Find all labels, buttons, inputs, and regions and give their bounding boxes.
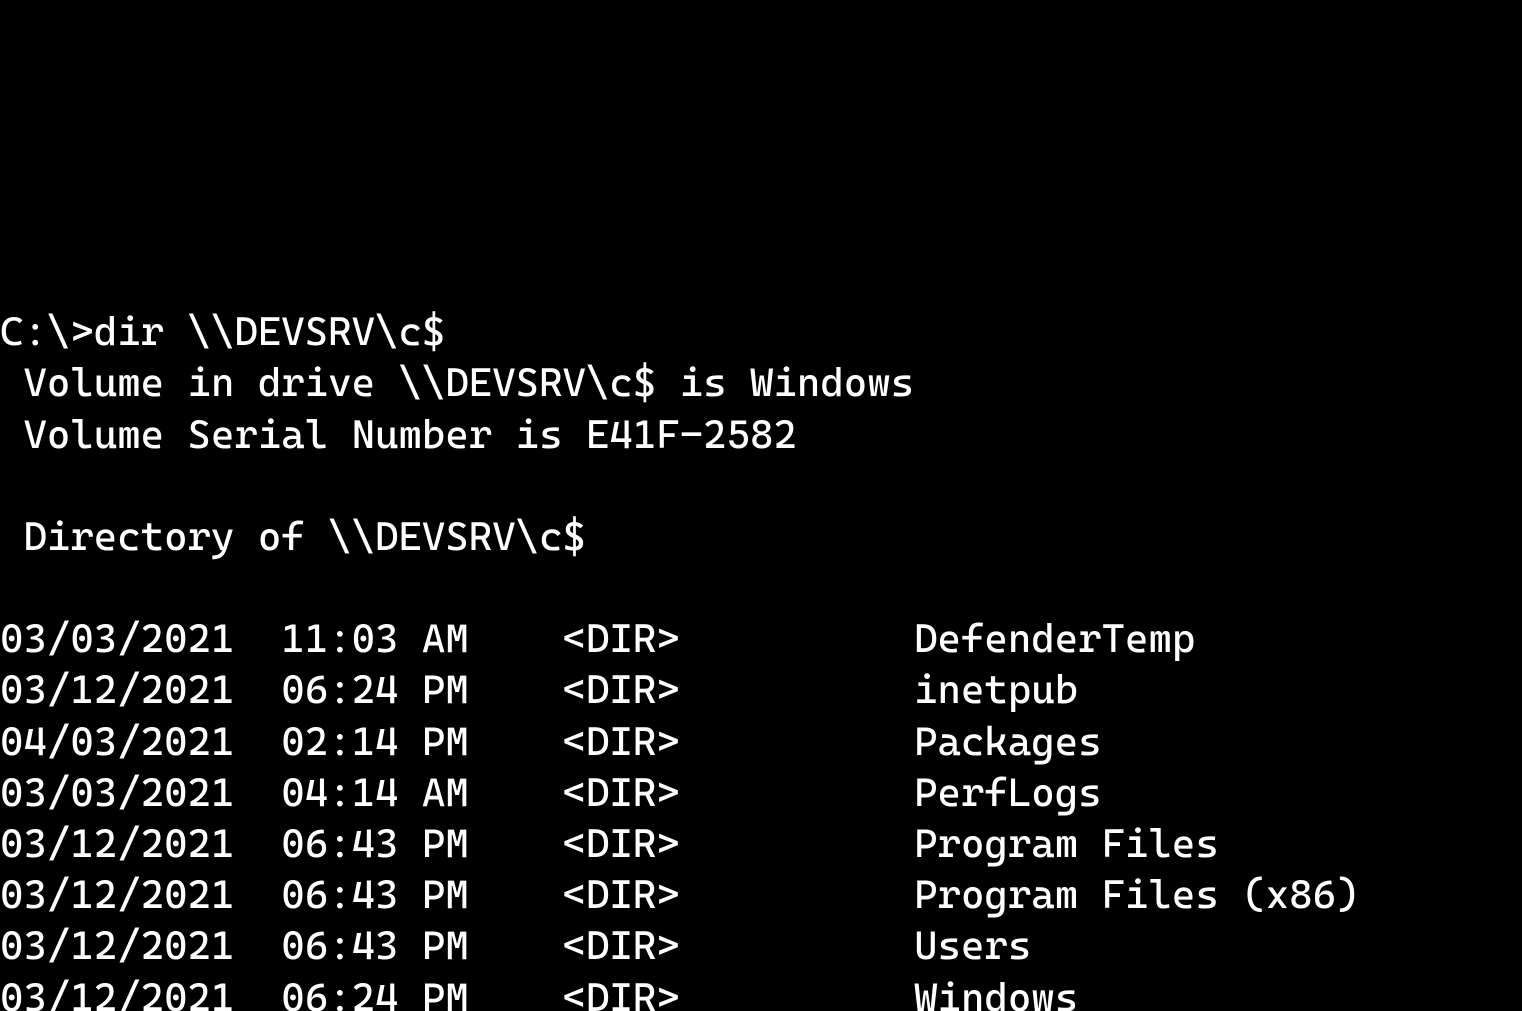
listing-type: <DIR>	[563, 667, 680, 713]
serial-line: Volume Serial Number is E41F-2582	[0, 412, 797, 458]
listing-row: 04/03/2021 02:14 PM <DIR> Packages	[0, 719, 1102, 765]
listing-type: <DIR>	[563, 975, 680, 1011]
listing-row: 03/12/2021 06:43 PM <DIR> Program Files	[0, 821, 1219, 867]
listing-date: 03/03/2021	[0, 616, 234, 662]
listing-type: <DIR>	[563, 770, 680, 816]
listing-row: 03/12/2021 06:43 PM <DIR> Users	[0, 923, 1031, 969]
listing-time: 06:43 PM	[281, 872, 469, 918]
listing-name: Windows	[914, 975, 1078, 1011]
listing-row: 03/12/2021 06:43 PM <DIR> Program Files …	[0, 872, 1359, 918]
listing-row: 03/03/2021 11:03 AM <DIR> DefenderTemp	[0, 616, 1195, 662]
listing-time: 06:43 PM	[281, 821, 469, 867]
listing-time: 06:43 PM	[281, 923, 469, 969]
listing-time: 11:03 AM	[281, 616, 469, 662]
listing-name: Users	[914, 923, 1031, 969]
command-text: dir \\DEVSRV\c$	[94, 309, 446, 355]
prompt[interactable]: C:\>	[0, 309, 94, 355]
listing-row: 03/03/2021 04:14 AM <DIR> PerfLogs	[0, 770, 1102, 816]
listing-date: 03/12/2021	[0, 667, 234, 713]
listing-name: Program Files (x86)	[914, 872, 1359, 918]
listing-date: 03/03/2021	[0, 770, 234, 816]
listing-name: inetpub	[914, 667, 1078, 713]
volume-line: Volume in drive \\DEVSRV\c$ is Windows	[0, 360, 914, 406]
listing-date: 03/12/2021	[0, 975, 234, 1011]
listing-date: 03/12/2021	[0, 923, 234, 969]
listing-date: 03/12/2021	[0, 872, 234, 918]
listing-date: 04/03/2021	[0, 719, 234, 765]
listing-type: <DIR>	[563, 616, 680, 662]
listing-type: <DIR>	[563, 719, 680, 765]
listing-type: <DIR>	[563, 872, 680, 918]
listing-date: 03/12/2021	[0, 821, 234, 867]
terminal-output: C:\>dir \\DEVSRV\c$ Volume in drive \\DE…	[0, 256, 1522, 1011]
listing-type: <DIR>	[563, 923, 680, 969]
listing-time: 02:14 PM	[281, 719, 469, 765]
listing-time: 06:24 PM	[281, 667, 469, 713]
listing-row: 03/12/2021 06:24 PM <DIR> Windows	[0, 975, 1078, 1011]
directory-of-line: Directory of \\DEVSRV\c$	[0, 514, 586, 560]
listing-name: DefenderTemp	[914, 616, 1195, 662]
listing-name: PerfLogs	[914, 770, 1102, 816]
listing-time: 06:24 PM	[281, 975, 469, 1011]
listing-type: <DIR>	[563, 821, 680, 867]
listing-name: Packages	[914, 719, 1102, 765]
listing-name: Program Files	[914, 821, 1219, 867]
listing-row: 03/12/2021 06:24 PM <DIR> inetpub	[0, 667, 1078, 713]
listing-time: 04:14 AM	[281, 770, 469, 816]
